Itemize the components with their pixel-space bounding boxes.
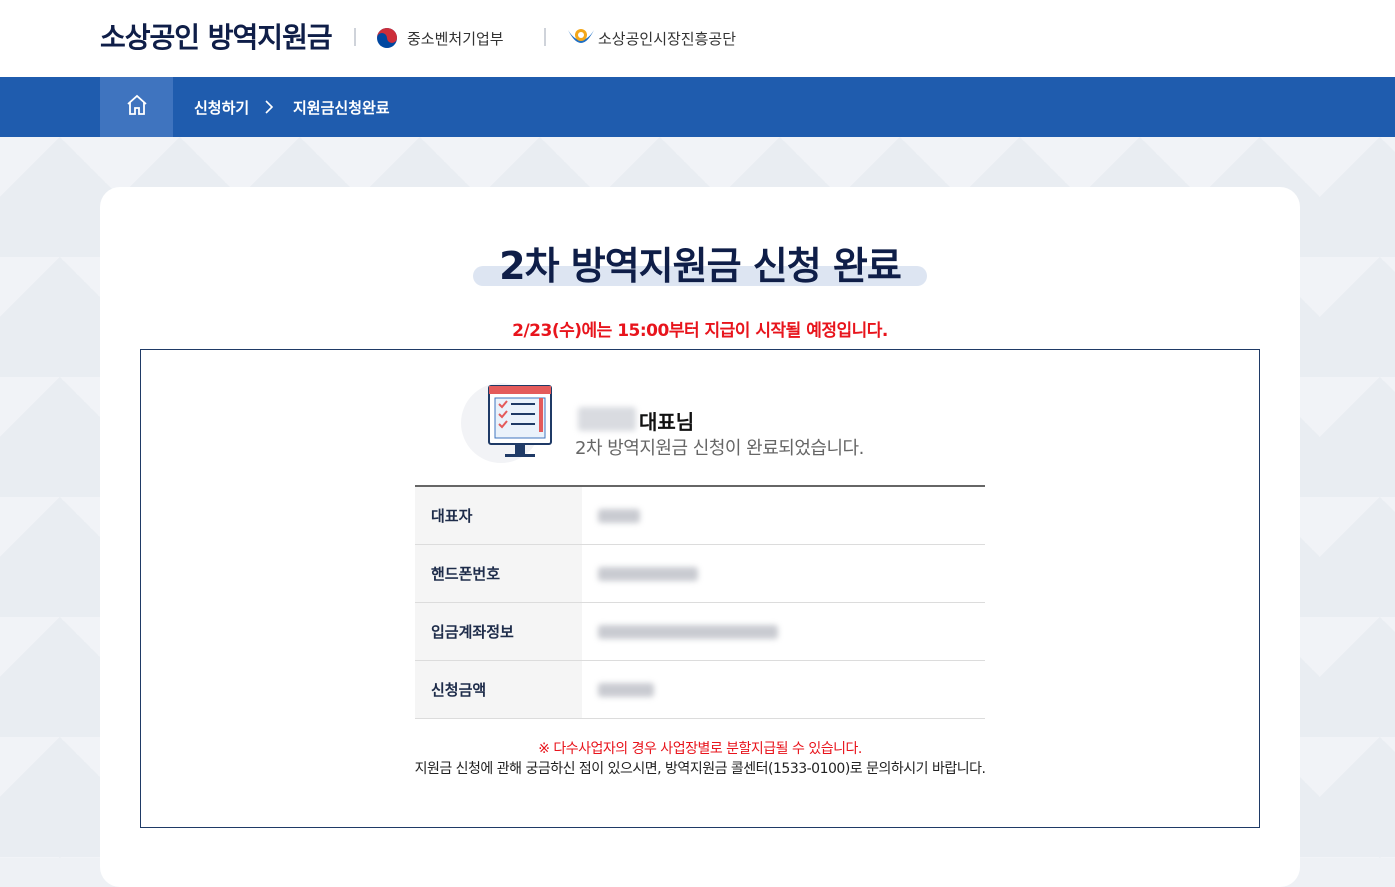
breadcrumb-complete[interactable]: 지원금신청완료 xyxy=(293,97,390,118)
chevron-right-icon xyxy=(264,95,274,123)
row-value-account xyxy=(582,602,985,661)
row-label-amount: 신청금액 xyxy=(415,660,582,719)
taegeuk-icon xyxy=(375,26,399,50)
table-row: 핸드폰번호 xyxy=(415,544,985,603)
row-value-amount xyxy=(582,660,985,719)
top-header: 소상공인 방역지원금 중소벤처기업부 소상공인시장진흥공단 xyxy=(0,0,1395,77)
split-payment-notice: ※ 다수사업자의 경우 사업장별로 분할지급될 수 있습니다. xyxy=(538,741,862,757)
partner-semas-label: 소상공인시장진흥공단 xyxy=(598,29,737,48)
home-button[interactable] xyxy=(100,77,173,137)
semas-logo-icon xyxy=(566,26,594,50)
row-label-account: 입금계좌정보 xyxy=(415,602,582,661)
breadcrumb-apply[interactable]: 신청하기 xyxy=(194,97,249,118)
application-info-table: 대표자 핸드폰번호 입금계좌정보 신청금액 xyxy=(415,485,985,719)
redacted-value xyxy=(598,683,654,697)
callcenter-contact: 지원금 신청에 관해 궁금하신 점이 있으시면, 방역지원금 콜센터(1533-… xyxy=(414,761,986,777)
payment-notice: 2/23(수)에는 15:00부터 지급이 시작될 예정입니다. xyxy=(512,321,888,341)
row-value-phone xyxy=(582,544,985,603)
main-card: 2차 방역지원금 신청 완료 2/23(수)에는 15:00부터 지급이 시작될… xyxy=(100,187,1300,887)
application-form-illustration xyxy=(461,378,561,468)
applicant-name-redacted xyxy=(578,407,636,431)
partner-mss[interactable]: 중소벤처기업부 xyxy=(375,24,504,52)
row-label-representative: 대표자 xyxy=(415,486,582,545)
header-divider xyxy=(354,28,356,46)
home-icon xyxy=(125,93,149,121)
row-label-phone: 핸드폰번호 xyxy=(415,544,582,603)
result-box: 대표님 2차 방역지원금 신청이 완료되었습니다. 대표자 핸드폰번호 입금계좌… xyxy=(140,349,1260,828)
redacted-value xyxy=(598,567,698,581)
redacted-value xyxy=(598,625,778,639)
partner-mss-label: 중소벤처기업부 xyxy=(407,29,504,48)
page-title: 2차 방역지원금 신청 완료 xyxy=(489,235,911,292)
site-title[interactable]: 소상공인 방역지원금 xyxy=(100,16,333,56)
redacted-value xyxy=(598,509,640,523)
greeting-name-suffix: 대표님 xyxy=(639,410,695,434)
nav-bar: 신청하기 지원금신청완료 xyxy=(0,77,1395,137)
greeting-message: 2차 방역지원금 신청이 완료되었습니다. xyxy=(575,438,864,459)
table-row: 신청금액 xyxy=(415,660,985,719)
table-row: 대표자 xyxy=(415,486,985,545)
partner-semas[interactable]: 소상공인시장진흥공단 xyxy=(566,24,736,52)
row-value-representative xyxy=(582,486,985,545)
table-row: 입금계좌정보 xyxy=(415,602,985,661)
header-divider xyxy=(544,28,546,46)
